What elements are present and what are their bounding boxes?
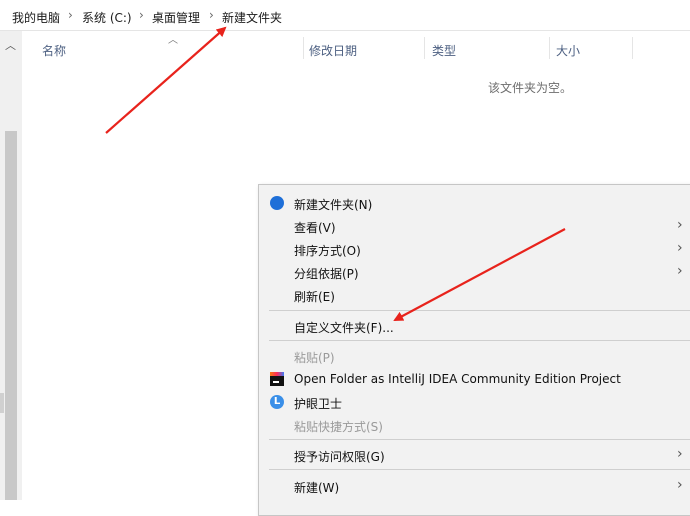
scroll-up-icon[interactable]: ︿ <box>5 37 16 53</box>
menu-item-grant-access[interactable]: 授予访问权限(G) › <box>259 444 690 467</box>
context-menu: 新建文件夹(N) 查看(V) › 排序方式(O) › 分组依据(P) › 刷新(… <box>258 184 690 516</box>
menu-item-sort-by[interactable]: 排序方式(O) › <box>259 238 690 261</box>
menu-separator <box>269 340 690 341</box>
menu-item-label: 自定义文件夹(F)... <box>294 321 394 335</box>
column-divider[interactable] <box>424 37 425 59</box>
menu-item-open-intellij[interactable]: Open Folder as IntelliJ IDEA Community E… <box>259 368 690 391</box>
vertical-scrollbar[interactable]: ︿ <box>0 31 22 500</box>
menu-item-paste: 粘贴(P) <box>259 345 690 368</box>
submenu-chevron-icon: › <box>677 446 683 462</box>
menu-item-refresh[interactable]: 刷新(E) <box>259 284 690 307</box>
column-divider[interactable] <box>549 37 550 59</box>
menu-item-eye-guard[interactable]: L 护眼卫士 <box>259 391 690 414</box>
intellij-icon <box>270 372 284 386</box>
sort-ascending-icon: ︿ <box>168 35 178 46</box>
menu-item-new[interactable]: 新建(W) › <box>259 475 690 498</box>
menu-item-group-by[interactable]: 分组依据(P) › <box>259 261 690 284</box>
column-header-row: ︿ 名称 修改日期 类型 大小 <box>22 31 690 63</box>
menu-item-label: 新建文件夹(N) <box>294 198 373 212</box>
menu-item-label: 新建(W) <box>294 481 340 495</box>
menu-item-label: 护眼卫士 <box>294 397 343 411</box>
eye-guard-icon: L <box>270 395 284 409</box>
menu-item-label: 粘贴(P) <box>294 351 335 365</box>
breadcrumb-item-system-c[interactable]: 系统 (C:) <box>82 9 132 26</box>
window-edge-mark <box>0 393 4 413</box>
column-header-modified[interactable]: 修改日期 <box>309 42 357 59</box>
breadcrumb-item-desktop-manage[interactable]: 桌面管理 <box>152 9 200 26</box>
submenu-chevron-icon: › <box>677 477 683 493</box>
column-divider[interactable] <box>303 37 304 59</box>
new-folder-badge-icon <box>270 196 284 210</box>
menu-separator <box>269 469 690 470</box>
menu-item-customize-folder[interactable]: 自定义文件夹(F)... <box>259 315 690 338</box>
menu-separator <box>269 310 690 311</box>
breadcrumb-chevron-icon: › <box>139 8 144 22</box>
menu-item-label: 排序方式(O) <box>294 244 361 258</box>
breadcrumb-chevron-icon: › <box>68 8 73 22</box>
menu-item-label: Open Folder as IntelliJ IDEA Community E… <box>294 372 621 386</box>
menu-item-new-folder[interactable]: 新建文件夹(N) <box>259 192 690 215</box>
menu-item-label: 授予访问权限(G) <box>294 450 385 464</box>
menu-separator <box>269 439 690 440</box>
breadcrumb-item-my-computer[interactable]: 我的电脑 <box>12 9 60 26</box>
menu-item-label: 刷新(E) <box>294 290 335 304</box>
menu-item-view[interactable]: 查看(V) › <box>259 215 690 238</box>
column-header-size[interactable]: 大小 <box>556 42 580 59</box>
address-breadcrumb: 我的电脑 › 系统 (C:) › 桌面管理 › 新建文件夹 <box>0 0 690 31</box>
empty-folder-message: 该文件夹为空。 <box>488 81 573 95</box>
breadcrumb-item-new-folder[interactable]: 新建文件夹 <box>222 9 282 26</box>
submenu-chevron-icon: › <box>677 240 683 256</box>
column-header-name[interactable]: 名称 <box>42 42 66 59</box>
menu-item-label: 粘贴快捷方式(S) <box>294 420 383 434</box>
submenu-chevron-icon: › <box>677 217 683 233</box>
column-header-type[interactable]: 类型 <box>432 42 456 59</box>
breadcrumb-chevron-icon: › <box>209 8 214 22</box>
menu-item-label: 分组依据(P) <box>294 267 359 281</box>
menu-item-label: 查看(V) <box>294 221 336 235</box>
menu-item-paste-shortcut: 粘贴快捷方式(S) <box>259 414 690 437</box>
submenu-chevron-icon: › <box>677 263 683 279</box>
scrollbar-thumb[interactable] <box>5 131 17 500</box>
column-divider[interactable] <box>632 37 633 59</box>
